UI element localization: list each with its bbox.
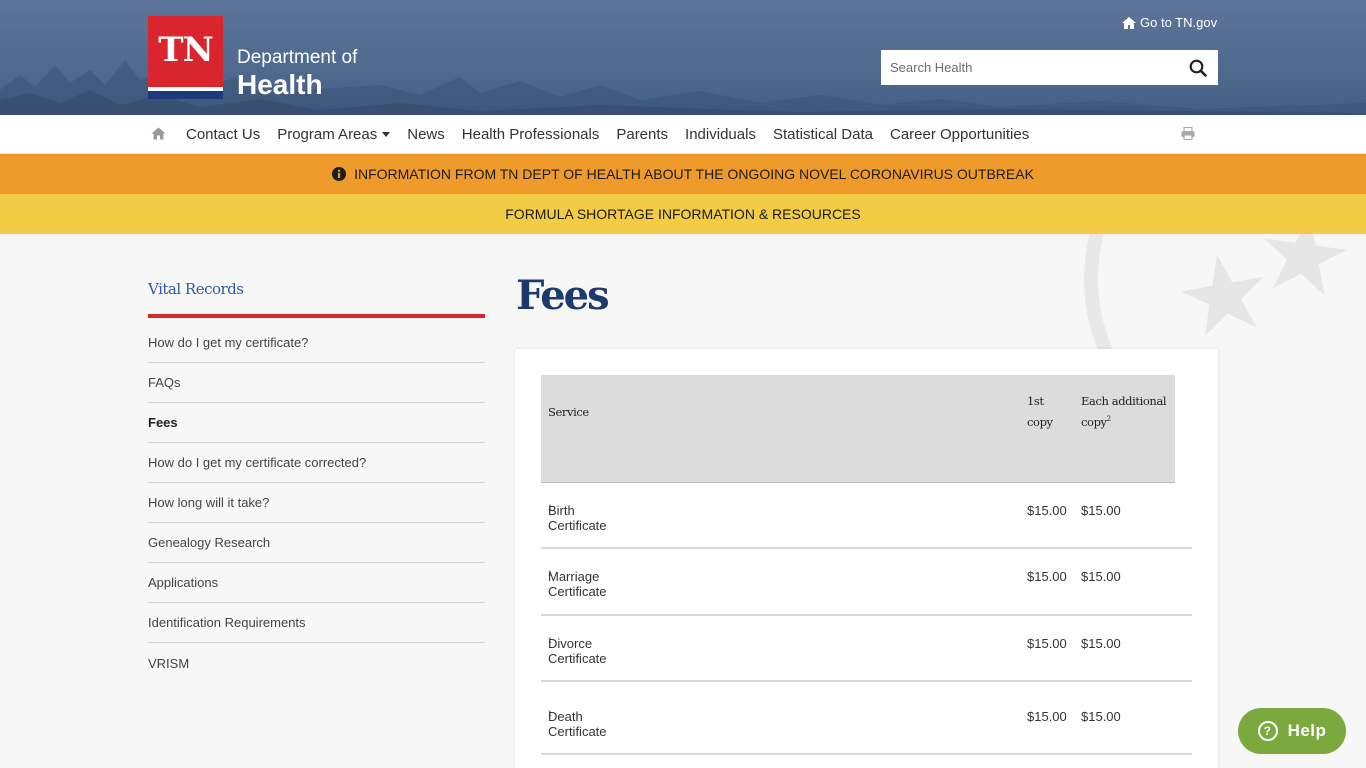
nav-item-career-opportunities[interactable]: Career Opportunities	[890, 126, 1029, 143]
sidebar-menu: How do I get my certificate? FAQs Fees H…	[148, 323, 485, 683]
home-icon[interactable]	[151, 127, 166, 140]
department-line2: Health	[237, 69, 323, 100]
cell-first-copy: $15.00	[1027, 709, 1067, 724]
covid-banner-text: INFORMATION FROM TN DEPT OF HEALTH ABOUT…	[354, 166, 1034, 182]
department-name: Department of Health	[237, 48, 357, 99]
nav-item-individuals[interactable]: Individuals	[685, 126, 756, 143]
sidebar-item-applications[interactable]: Applications	[148, 563, 485, 603]
cell-first-copy: $15.00	[1027, 636, 1067, 651]
header-first-copy: 1st copy	[1027, 394, 1053, 429]
cell-additional-copy: $15.00	[1081, 569, 1121, 584]
header-additional-copy: Each additional copy2	[1081, 394, 1167, 429]
formula-shortage-banner[interactable]: FORMULA SHORTAGE INFORMATION & RESOURCES	[0, 194, 1366, 234]
covid-info-banner[interactable]: INFORMATION FROM TN DEPT OF HEALTH ABOUT…	[0, 154, 1366, 194]
sidebar-title[interactable]: Vital Records	[148, 280, 244, 298]
cell-service: Death Certificate 1	[548, 709, 607, 739]
help-label: Help	[1287, 721, 1327, 740]
search-box	[881, 50, 1218, 85]
nav-item-health-professionals[interactable]: Health Professionals	[462, 126, 600, 143]
search-icon	[1189, 59, 1207, 77]
caret-down-icon	[382, 132, 391, 137]
sidebar-item-faqs[interactable]: FAQs	[148, 363, 485, 403]
cell-additional-copy: $15.00	[1081, 636, 1121, 651]
sidebar-item-genealogy-research[interactable]: Genealogy Research	[148, 523, 485, 563]
nav-item-program-areas[interactable]: Program Areas	[277, 126, 391, 143]
go-to-tn-link[interactable]: Go to TN.gov	[1121, 15, 1217, 30]
page-title: Fees	[516, 272, 610, 319]
table-row: Death Certificate 1 $15.00 $15.00	[541, 682, 1192, 755]
help-button[interactable]: ? Help	[1238, 708, 1346, 754]
nav-item-news[interactable]: News	[407, 126, 445, 143]
fees-card: Service 1st copy Each additional copy2 B…	[515, 349, 1218, 768]
nav-item-statistical-data[interactable]: Statistical Data	[773, 126, 873, 143]
site-header: TN Department of Health Go to TN.gov	[0, 0, 1366, 115]
search-input[interactable]	[881, 50, 1178, 85]
footnote-marker: 2	[1106, 415, 1111, 424]
sidebar-item-how-long[interactable]: How long will it take?	[148, 483, 485, 523]
table-row: Marriage Certificate 1 $15.00 $15.00	[541, 549, 1192, 616]
fees-table: Service 1st copy Each additional copy2 B…	[541, 375, 1192, 755]
site-logo[interactable]: TN Department of Health	[148, 16, 357, 99]
tn-logo-letters: TN	[158, 30, 213, 70]
main-nav: Contact Us Program Areas News Health Pro…	[0, 115, 1366, 154]
header-service: Service	[548, 405, 589, 419]
go-to-tn-label: Go to TN.gov	[1140, 15, 1218, 30]
info-icon	[332, 167, 347, 181]
cell-service: Marriage Certificate 1	[548, 569, 607, 599]
formula-banner-text: FORMULA SHORTAGE INFORMATION & RESOURCES	[505, 206, 861, 222]
sidebar-item-certificate-corrected[interactable]: How do I get my certificate corrected?	[148, 443, 485, 483]
cell-first-copy: $15.00	[1027, 569, 1067, 584]
table-row: Birth Certificate 1 $15.00 $15.00	[541, 483, 1192, 549]
cell-service: Divorce Certificate 1	[548, 636, 607, 666]
cell-additional-copy: $15.00	[1081, 503, 1121, 518]
sidebar-item-vrism[interactable]: VRISM	[148, 643, 485, 683]
sidebar-item-get-certificate[interactable]: How do I get my certificate?	[148, 323, 485, 363]
search-button[interactable]	[1178, 50, 1218, 85]
cell-service: Birth Certificate 1	[548, 503, 607, 533]
help-icon: ?	[1257, 721, 1278, 741]
cell-additional-copy: $15.00	[1081, 709, 1121, 724]
table-row: Divorce Certificate 1 $15.00 $15.00	[541, 616, 1192, 682]
table-header: Service 1st copy Each additional copy2	[541, 375, 1175, 483]
print-icon[interactable]	[1181, 127, 1195, 140]
cell-first-copy: $15.00	[1027, 503, 1067, 518]
tn-logo-mark: TN	[148, 16, 223, 99]
home-icon	[1122, 16, 1136, 29]
sidebar-item-identification-requirements[interactable]: Identification Requirements	[148, 603, 485, 643]
nav-item-parents[interactable]: Parents	[616, 126, 668, 143]
nav-item-contact-us[interactable]: Contact Us	[186, 126, 260, 143]
sidebar-divider	[148, 314, 485, 318]
department-line1: Department of	[237, 47, 358, 68]
sidebar-item-fees[interactable]: Fees	[148, 403, 485, 443]
